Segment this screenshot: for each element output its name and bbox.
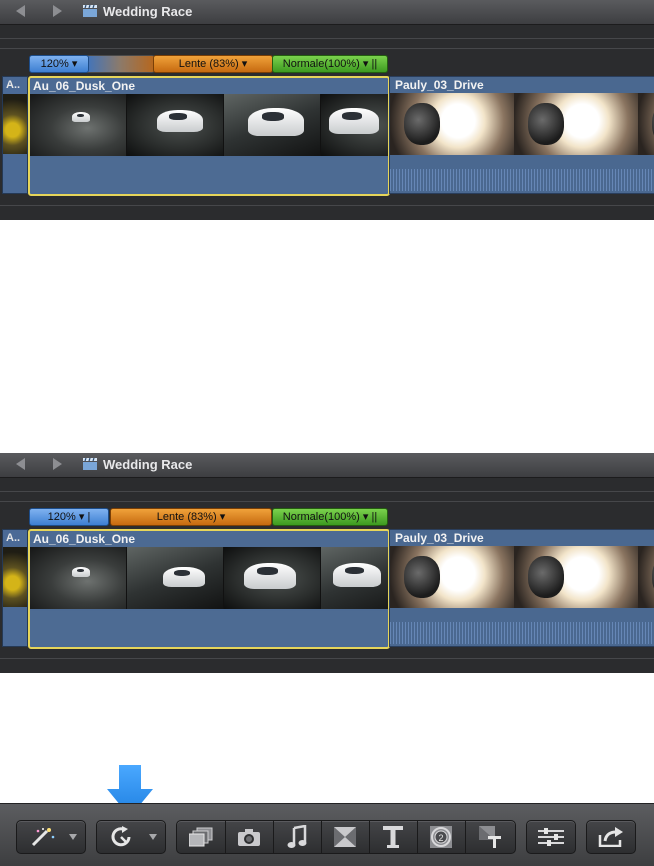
- themes-icon: [479, 826, 501, 848]
- inspector-icon: [538, 828, 564, 846]
- retime-blend-segment: [85, 55, 155, 73]
- photos-browser-button[interactable]: [177, 821, 225, 853]
- next-clip-name: Pauly_03_Drive: [395, 78, 484, 92]
- magic-wand-icon: [31, 828, 55, 847]
- audio-waveform: [390, 622, 654, 644]
- next-clip-filmstrip: [390, 93, 654, 155]
- timeline-panel-after: Wedding Race 120% ▾ | Lente (83%) ▾ Norm…: [0, 453, 654, 673]
- clip-name: Au_06_Dusk_One: [33, 79, 136, 93]
- photos-button[interactable]: [225, 821, 273, 853]
- divider: [0, 38, 654, 39]
- back-arrow-icon[interactable]: [16, 458, 25, 470]
- clip-frame: [224, 94, 321, 156]
- retime-slow-label: Lente (83%): [178, 58, 239, 70]
- clip-frame: [224, 547, 321, 609]
- svg-text:2: 2: [438, 833, 443, 843]
- retime-normal-label: Normale(100%): [282, 511, 360, 523]
- chevron-down-icon: [69, 834, 77, 840]
- share-button[interactable]: [586, 820, 636, 854]
- forward-arrow-icon[interactable]: [53, 458, 62, 470]
- clip-name: Au_06_Dusk_One: [33, 532, 136, 546]
- audio-waveform: [390, 169, 654, 191]
- camera-icon: [238, 829, 260, 846]
- timeline-panel-before: Wedding Race 120% ▾ Lente (83%) ▾ Normal…: [0, 0, 654, 220]
- previous-clip[interactable]: A..: [2, 529, 28, 647]
- photos-browser-icon: [189, 827, 213, 847]
- titles-icon: [383, 826, 403, 848]
- timeline-titlebar: Wedding Race: [0, 0, 654, 25]
- clapperboard-icon: [83, 5, 97, 17]
- selected-clip[interactable]: Au_06_Dusk_One: [28, 76, 390, 196]
- back-arrow-icon[interactable]: [16, 5, 25, 17]
- clip-frame: [30, 547, 127, 609]
- retime-slow-label: Lente (83%): [156, 511, 217, 523]
- music-note-icon: [287, 825, 307, 848]
- retime-fast-segment[interactable]: 120% ▾ |: [29, 508, 109, 526]
- clip-filmstrip: [30, 94, 388, 156]
- retime-fast-segment[interactable]: 120% ▾: [29, 55, 89, 73]
- clip-frame: [514, 93, 638, 155]
- retime-fast-label: 120%: [47, 511, 76, 523]
- themes-button[interactable]: [465, 821, 515, 853]
- project-title: Wedding Race: [103, 457, 193, 472]
- selected-clip[interactable]: Au_06_Dusk_One: [28, 529, 390, 649]
- retime-fast-label: 120%: [40, 58, 69, 70]
- retime-button[interactable]: [96, 820, 166, 854]
- clip-frame: [127, 547, 224, 609]
- clip-audio: [30, 611, 388, 645]
- divider: [0, 491, 654, 492]
- previous-clip[interactable]: A..: [2, 76, 28, 194]
- next-clip[interactable]: Pauly_03_Drive: [389, 76, 654, 194]
- clip-frame: [30, 94, 127, 156]
- transitions-icon: [334, 827, 356, 847]
- generators-button[interactable]: 2: [417, 821, 465, 853]
- divider: [0, 501, 654, 502]
- clip-frame: [638, 546, 654, 608]
- divider: [0, 658, 654, 659]
- clip-audio: [30, 158, 388, 192]
- enhancements-button[interactable]: [16, 820, 86, 854]
- clip-frame: [127, 94, 224, 156]
- browser-button-group: 2: [176, 820, 516, 854]
- share-icon: [598, 827, 623, 847]
- clip-frame: [514, 546, 638, 608]
- next-clip[interactable]: Pauly_03_Drive: [389, 529, 654, 647]
- clip-frame: [321, 547, 388, 609]
- previous-clip-label: A..: [6, 79, 21, 91]
- forward-arrow-icon[interactable]: [53, 5, 62, 17]
- clip-frame: [321, 94, 388, 156]
- retime-normal-segment[interactable]: Normale(100%) ▾ ||: [272, 55, 388, 73]
- generators-icon: 2: [430, 826, 452, 848]
- previous-clip-thumbnail: [3, 547, 27, 607]
- chevron-down-icon: [149, 834, 157, 840]
- divider: [0, 48, 654, 49]
- previous-clip-thumbnail: [3, 94, 27, 154]
- music-button[interactable]: [273, 821, 321, 853]
- bottom-toolbar: 2: [0, 803, 654, 866]
- retime-normal-label: Normale(100%): [282, 58, 360, 70]
- transitions-button[interactable]: [321, 821, 369, 853]
- clip-frame: [638, 93, 654, 155]
- retime-normal-segment[interactable]: Normale(100%) ▾ ||: [272, 508, 388, 526]
- inspector-button[interactable]: [526, 820, 576, 854]
- previous-clip-label: A..: [6, 532, 21, 544]
- clip-frame: [390, 93, 514, 155]
- retime-slow-segment[interactable]: Lente (83%) ▾: [153, 55, 273, 73]
- clip-frame: [390, 546, 514, 608]
- retime-slow-segment[interactable]: Lente (83%) ▾: [110, 508, 272, 526]
- divider: [0, 205, 654, 206]
- clip-filmstrip: [30, 547, 388, 609]
- titles-button[interactable]: [369, 821, 417, 853]
- timeline-titlebar: Wedding Race: [0, 453, 654, 478]
- retime-icon: [111, 826, 131, 847]
- next-clip-filmstrip: [390, 546, 654, 608]
- next-clip-name: Pauly_03_Drive: [395, 531, 484, 545]
- clapperboard-icon: [83, 458, 97, 470]
- project-title: Wedding Race: [103, 4, 193, 19]
